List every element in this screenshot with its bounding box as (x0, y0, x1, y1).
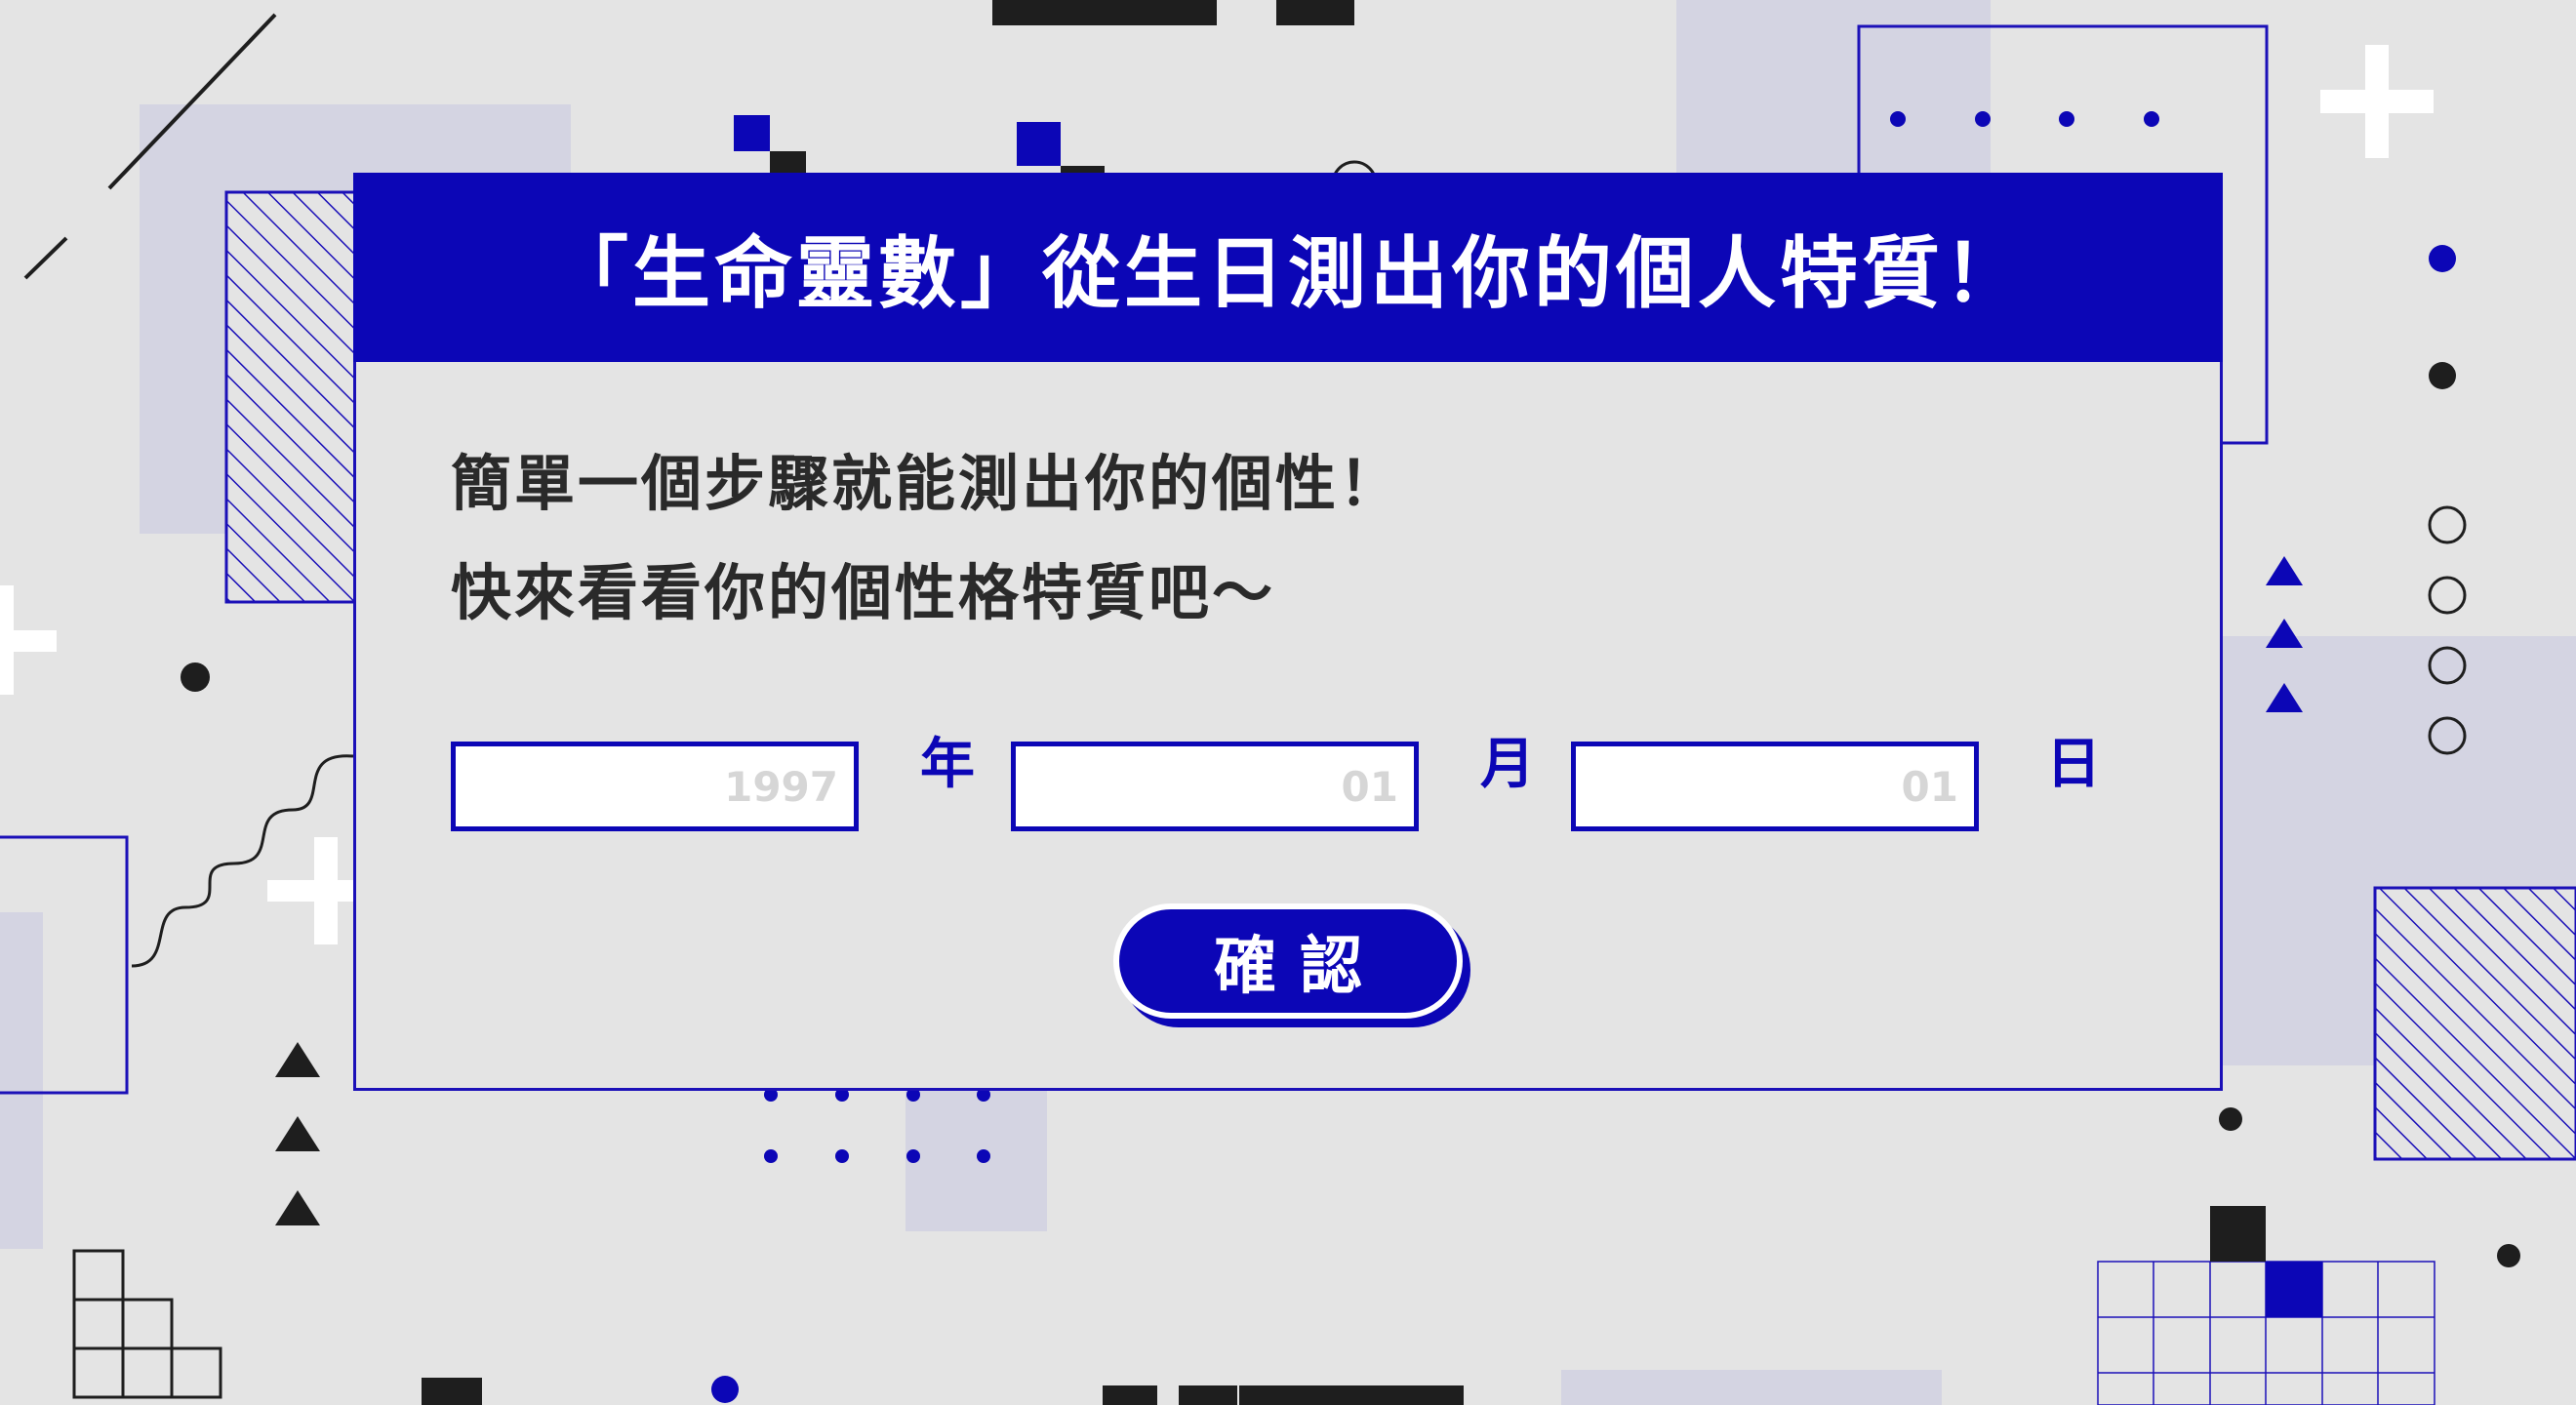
year-unit-label: 年 (920, 733, 975, 796)
month-unit-label: 月 (1480, 733, 1535, 796)
dot-icon (2429, 245, 2456, 272)
intro-text: 簡單一個步驟就能測出你的個性！ 快來看看你的個性格特質吧～ (451, 429, 1402, 648)
card-header: 「生命靈數」從生日測出你的個人特質！ (353, 173, 2223, 362)
dark-bar (992, 0, 1217, 25)
dot-icon (2219, 1107, 2242, 1131)
lavender-block (0, 912, 43, 1249)
dot-icon (181, 662, 210, 692)
plus-icon (2320, 45, 2434, 158)
plus-icon (0, 585, 57, 695)
triangle-icon (2266, 619, 2303, 648)
dark-bar (422, 1378, 482, 1405)
blue-square (1017, 122, 1061, 166)
dot-icon (711, 1376, 739, 1403)
blue-square (2266, 1262, 2322, 1317)
triangle-icon (275, 1190, 320, 1225)
plus-icon (267, 837, 355, 944)
dot-icon (2429, 362, 2456, 389)
day-unit-label: 日 (2046, 733, 2101, 796)
hatched-square (2373, 886, 2576, 1161)
dot-icon (2144, 111, 2159, 127)
dark-bar (1239, 1385, 1464, 1405)
step-grid (72, 1249, 222, 1399)
dark-bar (1276, 0, 1354, 25)
dark-square (2210, 1206, 2266, 1262)
dark-bar (1103, 1385, 1157, 1405)
dark-bar (1179, 1385, 1237, 1405)
lavender-block (1561, 1370, 1942, 1405)
dot-icon (2497, 1244, 2520, 1267)
month-input[interactable] (1011, 742, 1419, 831)
triangle-icon (2266, 556, 2303, 585)
diagonal-line (23, 236, 68, 280)
triangle-icon (275, 1116, 320, 1151)
dot-icon (2059, 111, 2074, 127)
page-title: 「生命靈數」從生日測出你的個人特質！ (550, 228, 2026, 319)
quiz-card: 「生命靈數」從生日測出你的個人特質！ 簡單一個步驟就能測出你的個性！ 快來看看你… (353, 173, 2223, 1091)
triangle-icon (275, 1042, 320, 1077)
year-input[interactable] (451, 742, 859, 831)
circle-icon (2428, 576, 2467, 615)
confirm-button[interactable]: 確認 (1113, 903, 1463, 1019)
dot-icon (1890, 111, 1906, 127)
intro-line-1: 簡單一個步驟就能測出你的個性！ (451, 448, 1403, 519)
intro-line-2: 快來看看你的個性格特質吧～ (451, 557, 1276, 628)
lavender-block (906, 1085, 1047, 1231)
circle-icon (2428, 505, 2467, 544)
blue-square (734, 115, 770, 151)
day-input[interactable] (1571, 742, 1979, 831)
dot-icon (1975, 111, 1991, 127)
